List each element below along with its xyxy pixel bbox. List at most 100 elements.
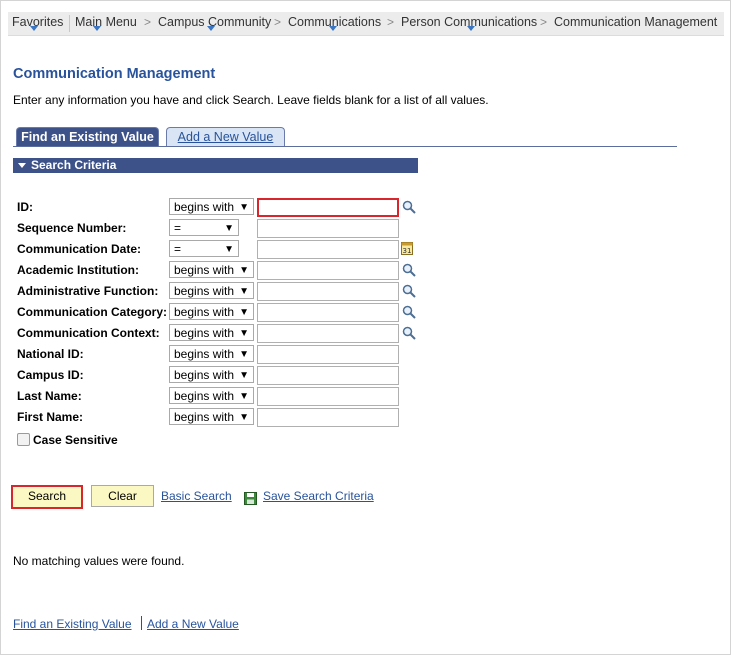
field-label: Sequence Number: <box>17 221 127 235</box>
field-label: Administrative Function: <box>17 284 159 298</box>
row-communication-context: Communication Context: begins with ▼ <box>0 323 731 344</box>
footer-find-existing-value-link[interactable]: Find an Existing Value <box>13 617 132 631</box>
chevron-down-icon: ▼ <box>239 412 249 423</box>
magnifier-icon[interactable] <box>402 263 416 277</box>
tab-find-existing-value[interactable]: Find an Existing Value <box>16 127 159 147</box>
communication-date-input[interactable] <box>257 240 399 259</box>
campus-community-dropdown-icon[interactable] <box>207 26 215 31</box>
last-name-operator-select[interactable]: begins with ▼ <box>169 387 254 404</box>
first-name-input[interactable] <box>257 408 399 427</box>
basic-search-link[interactable]: Basic Search <box>161 489 232 503</box>
row-sequence-number: Sequence Number: = ▼ <box>0 218 731 239</box>
nav-separator: > <box>387 15 395 29</box>
last-name-input[interactable] <box>257 387 399 406</box>
page-title: Communication Management <box>13 66 216 82</box>
nav-divider <box>69 15 70 32</box>
save-search-criteria-link[interactable]: Save Search Criteria <box>263 489 374 503</box>
magnifier-icon[interactable] <box>402 305 416 319</box>
case-sensitive-label: Case Sensitive <box>33 433 118 447</box>
person-communications-dropdown-icon[interactable] <box>467 26 475 31</box>
magnifier-icon[interactable] <box>402 200 416 214</box>
operator-value: = <box>174 242 182 256</box>
tab-add-new-value[interactable]: Add a New Value <box>166 127 285 147</box>
section-title: Search Criteria <box>31 158 117 172</box>
academic-institution-input[interactable] <box>257 261 399 280</box>
operator-value: = <box>174 221 182 235</box>
campus-id-operator-select[interactable]: begins with ▼ <box>169 366 254 383</box>
row-national-id: National ID: begins with ▼ <box>0 344 731 365</box>
magnifier-icon[interactable] <box>402 326 416 340</box>
row-first-name: First Name: begins with ▼ <box>0 407 731 428</box>
field-label: Last Name: <box>17 389 82 403</box>
field-label: Communication Date: <box>17 242 142 256</box>
national-id-operator-select[interactable]: begins with ▼ <box>169 345 254 362</box>
field-label: Academic Institution: <box>17 263 140 277</box>
operator-value: begins with <box>174 263 235 277</box>
operator-value: begins with <box>174 389 235 403</box>
campus-id-input[interactable] <box>257 366 399 385</box>
field-label: Communication Context: <box>17 326 160 340</box>
operator-value: begins with <box>174 284 235 298</box>
academic-institution-operator-select[interactable]: begins with ▼ <box>169 261 254 278</box>
communication-category-input[interactable] <box>257 303 399 322</box>
field-label: First Name: <box>17 410 84 424</box>
footer-add-new-value-link[interactable]: Add a New Value <box>147 617 239 631</box>
id-operator-select[interactable]: begins with ▼ <box>169 198 254 215</box>
communication-date-operator-select[interactable]: = ▼ <box>169 240 239 257</box>
chevron-down-icon: ▼ <box>239 307 249 318</box>
row-administrative-function: Administrative Function: begins with ▼ <box>0 281 731 302</box>
floppy-disk-icon[interactable] <box>244 492 257 505</box>
chevron-down-icon: ▼ <box>239 370 249 381</box>
field-label: Communication Category: <box>17 305 168 319</box>
breadcrumb: Favorites Main Menu > Campus Community >… <box>8 12 724 36</box>
operator-value: begins with <box>174 347 235 361</box>
operator-value: begins with <box>174 200 235 214</box>
tab-label: Find an Existing Value <box>21 130 154 144</box>
administrative-function-input[interactable] <box>257 282 399 301</box>
tab-label: Add a New Value <box>177 130 274 144</box>
case-sensitive-checkbox[interactable] <box>17 433 30 446</box>
favorites-dropdown-icon[interactable] <box>30 26 38 31</box>
id-input[interactable] <box>257 198 399 217</box>
operator-value: begins with <box>174 305 235 319</box>
operator-value: begins with <box>174 368 235 382</box>
sequence-number-operator-select[interactable]: = ▼ <box>169 219 239 236</box>
row-id: ID: begins with ▼ <box>0 197 731 218</box>
communication-context-input[interactable] <box>257 324 399 343</box>
nav-communication-management[interactable]: Communication Management <box>554 15 717 29</box>
magnifier-icon[interactable] <box>402 284 416 298</box>
search-criteria-header[interactable]: Search Criteria <box>13 158 418 173</box>
row-campus-id: Campus ID: begins with ▼ <box>0 365 731 386</box>
nav-separator: > <box>274 15 282 29</box>
communications-dropdown-icon[interactable] <box>329 26 337 31</box>
chevron-down-icon: ▼ <box>239 202 249 213</box>
no-results-message: No matching values were found. <box>13 554 185 568</box>
page-instructions: Enter any information you have and click… <box>13 93 489 107</box>
field-label: ID: <box>17 200 33 214</box>
clear-button[interactable]: Clear <box>91 485 154 507</box>
administrative-function-operator-select[interactable]: begins with ▼ <box>169 282 254 299</box>
nav-main-menu[interactable]: Main Menu <box>75 15 137 29</box>
collapse-triangle-icon <box>18 163 26 168</box>
field-label: Campus ID: <box>17 368 84 382</box>
field-label: National ID: <box>17 347 84 361</box>
row-academic-institution: Academic Institution: begins with ▼ <box>0 260 731 281</box>
calendar-icon[interactable]: 31 <box>401 241 413 255</box>
chevron-down-icon: ▼ <box>239 349 249 360</box>
communication-category-operator-select[interactable]: begins with ▼ <box>169 303 254 320</box>
chevron-down-icon: ▼ <box>239 328 249 339</box>
footer-divider <box>141 616 142 630</box>
chevron-down-icon: ▼ <box>239 391 249 402</box>
sequence-number-input[interactable] <box>257 219 399 238</box>
search-button[interactable]: Search <box>11 485 83 509</box>
nav-separator: > <box>540 15 548 29</box>
tab-underline <box>13 146 677 147</box>
row-communication-date: Communication Date: = ▼ 31 <box>0 239 731 260</box>
first-name-operator-select[interactable]: begins with ▼ <box>169 408 254 425</box>
chevron-down-icon: ▼ <box>239 265 249 276</box>
main-menu-dropdown-icon[interactable] <box>93 26 101 31</box>
chevron-down-icon: ▼ <box>224 223 234 234</box>
national-id-input[interactable] <box>257 345 399 364</box>
svg-text:31: 31 <box>403 247 412 255</box>
communication-context-operator-select[interactable]: begins with ▼ <box>169 324 254 341</box>
